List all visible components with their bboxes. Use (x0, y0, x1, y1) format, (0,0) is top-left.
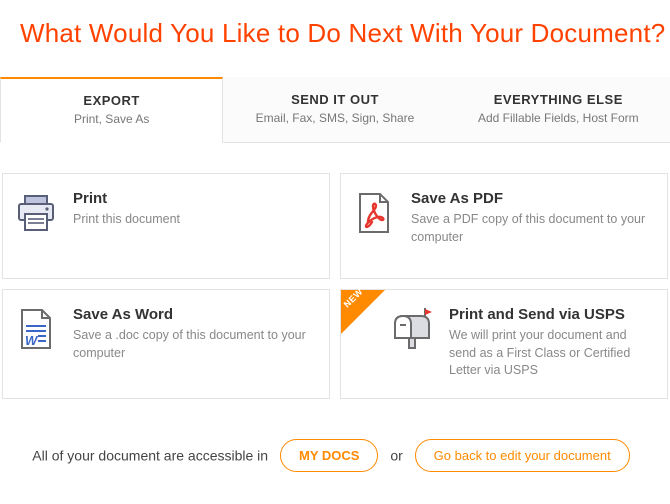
tab-send-it-out[interactable]: SEND IT OUT Email, Fax, SMS, Sign, Share (223, 77, 446, 142)
tile-desc: Save a .doc copy of this document to you… (73, 327, 315, 362)
tile-save-word[interactable]: W Save As Word Save a .doc copy of this … (2, 289, 330, 399)
word-doc-icon: W (13, 306, 59, 352)
tab-sublabel: Email, Fax, SMS, Sign, Share (234, 111, 435, 125)
page-title: What Would You Like to Do Next With Your… (0, 0, 670, 49)
tile-title: Save As PDF (411, 190, 653, 207)
tab-label: SEND IT OUT (234, 92, 435, 107)
pdf-icon (351, 190, 397, 236)
svg-text:W: W (25, 333, 39, 348)
tile-grid: Print Print this document Save As PDF Sa… (0, 173, 670, 399)
footer-pre-text: All of your document are accessible in (32, 447, 268, 463)
tile-title: Print (73, 190, 315, 207)
tab-sublabel: Print, Save As (11, 112, 212, 126)
tab-bar: EXPORT Print, Save As SEND IT OUT Email,… (0, 77, 670, 143)
tab-label: EVERYTHING ELSE (458, 92, 659, 107)
tile-print[interactable]: Print Print this document (2, 173, 330, 279)
footer-mid-text: or (390, 447, 402, 463)
tile-usps[interactable]: NEW Print and Send via USPS We will prin… (340, 289, 668, 399)
my-docs-button[interactable]: MY DOCS (280, 439, 378, 472)
tab-everything-else[interactable]: EVERYTHING ELSE Add Fillable Fields, Hos… (447, 77, 670, 142)
tile-desc: Save a PDF copy of this document to your… (411, 211, 653, 246)
tile-title: Save As Word (73, 306, 315, 323)
go-back-button[interactable]: Go back to edit your document (415, 439, 630, 472)
tile-save-pdf[interactable]: Save As PDF Save a PDF copy of this docu… (340, 173, 668, 279)
mailbox-icon (389, 306, 435, 352)
footer: All of your document are accessible in M… (0, 439, 670, 472)
printer-icon (13, 190, 59, 236)
new-badge: NEW (341, 290, 385, 334)
tab-export[interactable]: EXPORT Print, Save As (0, 77, 223, 143)
tab-sublabel: Add Fillable Fields, Host Form (458, 111, 659, 125)
tile-desc: Print this document (73, 211, 315, 229)
tile-title: Print and Send via USPS (449, 306, 653, 323)
tile-desc: We will print your document and send as … (449, 327, 653, 380)
tab-label: EXPORT (11, 93, 212, 108)
